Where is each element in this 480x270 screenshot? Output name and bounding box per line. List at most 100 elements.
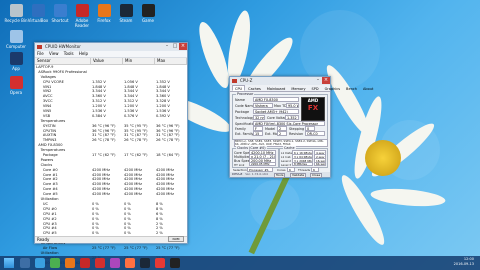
app-icon — [141, 4, 155, 17]
hwmonitor-statusbar: Ready NUM — [35, 236, 187, 243]
taskbar-app-icon[interactable] — [125, 258, 135, 268]
app-icon — [9, 76, 23, 89]
menu-help[interactable]: Help — [79, 51, 88, 56]
extfamily-value: 15 — [253, 131, 263, 136]
app-icon — [31, 4, 45, 17]
sensor-table-header: Sensor Value Min Max — [35, 58, 187, 65]
processor-group: Processor Name AMD FX-8300 Code Name Vis… — [232, 92, 328, 140]
hwmonitor-titlebar[interactable]: CPUID HWMonitor – □ × — [35, 43, 187, 51]
maxtdp-value: 95.0 W — [286, 103, 299, 108]
clock-date[interactable]: 2016-09-13 — [454, 262, 474, 267]
revision-value: OR-C0 — [305, 131, 325, 136]
fx-logo-text: FX — [307, 104, 319, 112]
cpuz-app-icon — [232, 79, 237, 83]
minimize-icon[interactable]: – — [314, 77, 322, 84]
tab-caches[interactable]: Caches — [245, 85, 264, 91]
desktop-icon-label: Computer — [6, 44, 26, 49]
cpuz-footer-logo: CPU-Z — [232, 172, 243, 176]
cpuz-titlebar[interactable]: CPU-Z – × — [230, 77, 330, 85]
l3-way: 64-way — [314, 162, 326, 166]
desktop-icon-label: Game — [142, 18, 154, 23]
tab-mainboard[interactable]: Mainboard — [264, 85, 288, 91]
package-value: Socket AM3+ (942) — [253, 109, 299, 114]
tab-spd[interactable]: SPD — [309, 85, 322, 91]
technology-label: Technology — [235, 116, 254, 120]
tab-bench[interactable]: Bench — [343, 85, 360, 91]
status-text: Ready — [37, 237, 50, 242]
start-button-icon[interactable] — [4, 258, 14, 268]
validate-button[interactable]: Validate — [290, 172, 307, 178]
col-value[interactable]: Value — [91, 58, 123, 64]
package-label: Package — [235, 110, 250, 114]
family-label: Family — [235, 127, 246, 131]
col-max[interactable]: Max — [155, 58, 187, 64]
desktop-icon[interactable]: Opera — [2, 76, 30, 95]
desktop-icon[interactable]: Computer — [2, 30, 30, 49]
flower-center — [365, 140, 401, 176]
taskbar: 12:00 2016-09-13 — [0, 256, 480, 270]
voltage-value: 1.352 V — [285, 115, 299, 120]
technology-value: 32 nm — [253, 115, 265, 120]
cpuz-title: CPU-Z — [240, 78, 253, 83]
clocks-group: Clocks (Core #0) Core Speed 4200.10 MHz … — [232, 146, 279, 168]
tab-graphics[interactable]: Graphics — [322, 85, 343, 91]
menu-view[interactable]: View — [49, 51, 59, 56]
app-icon — [119, 4, 133, 17]
codename-value: Vishera — [253, 103, 273, 108]
desktop-icon[interactable]: Game — [134, 4, 162, 23]
stepping-label: Stepping — [289, 127, 305, 131]
hwmonitor-app-icon — [37, 45, 42, 49]
htlink-value: 2200.05 MHz — [249, 162, 276, 166]
amd-fx-logo: AMD FX — [301, 97, 325, 121]
desktop-icon[interactable]: App — [2, 52, 30, 71]
taskbar-app-icon[interactable] — [50, 258, 60, 268]
menu-file[interactable]: File — [37, 51, 44, 56]
cpuz-version: Ver. 1.74.0.x64 — [245, 172, 268, 176]
hwmonitor-window[interactable]: CPUID HWMonitor – □ × File View Tools He… — [34, 42, 188, 265]
close-icon[interactable]: × — [179, 43, 187, 50]
taskbar-app-icon[interactable] — [155, 258, 165, 268]
taskbar-app-icon[interactable] — [170, 258, 180, 268]
app-icon — [97, 4, 111, 17]
name-label: Name — [235, 98, 246, 102]
desktop-icon-label: Opera — [9, 90, 23, 95]
hwmonitor-title: CPUID HWMonitor — [45, 44, 81, 49]
system-tray: 12:00 2016-09-13 — [454, 257, 474, 267]
tab-memory[interactable]: Memory — [288, 85, 308, 91]
cpuz-tabs: CPU Caches Mainboard Memory SPD Graphics Bench… — [230, 85, 373, 92]
taskbar-app-icon[interactable] — [110, 258, 120, 268]
taskbar-app-icon[interactable] — [80, 258, 90, 268]
col-min[interactable]: Min — [123, 58, 155, 64]
cpuz-footer: CPU-Z Ver. 1.74.0.x64 Tools Validate Clo… — [230, 172, 330, 178]
close-icon[interactable]: × — [322, 77, 330, 84]
maximize-icon[interactable]: □ — [171, 43, 179, 50]
status-indicator: NUM — [168, 236, 184, 242]
app-icon — [9, 30, 23, 43]
cpuz-window[interactable]: CPU-Z – × CPU Caches Mainboard Memory SPD Gra… — [229, 76, 373, 178]
app-icon — [53, 4, 67, 17]
col-sensor[interactable]: Sensor — [35, 58, 91, 64]
name-value: AMD FX-8300 — [253, 97, 299, 102]
extfamily-label: Ext. Family — [235, 132, 254, 136]
revision-label: Revision — [289, 132, 304, 136]
l3-value: 8 MBytes — [292, 162, 313, 166]
menu-tools[interactable]: Tools — [64, 51, 74, 56]
close-button[interactable]: Close — [310, 172, 323, 178]
app-icon — [9, 52, 23, 65]
extmodel-value: 2 — [277, 131, 287, 136]
taskbar-app-icon[interactable] — [20, 258, 30, 268]
taskbar-app-icon[interactable] — [140, 258, 150, 268]
tools-button[interactable]: Tools — [274, 172, 286, 178]
app-icon — [75, 4, 89, 17]
cache-group: Cache L1 Data 6 x 16 KBytes 4-way L1 Ins… — [279, 146, 328, 168]
taskbar-app-icon[interactable] — [95, 258, 105, 268]
desktop-icon-label: App — [12, 66, 20, 71]
app-icon — [9, 4, 23, 17]
taskbar-app-icon[interactable] — [35, 258, 45, 268]
taskbar-app-icon[interactable] — [65, 258, 75, 268]
minimize-icon[interactable]: – — [163, 43, 171, 50]
hwmonitor-menubar: File View Tools Help — [35, 51, 187, 58]
model-label: Model — [265, 127, 276, 131]
tab-about[interactable]: About — [360, 85, 376, 91]
tab-cpu[interactable]: CPU — [232, 85, 246, 91]
